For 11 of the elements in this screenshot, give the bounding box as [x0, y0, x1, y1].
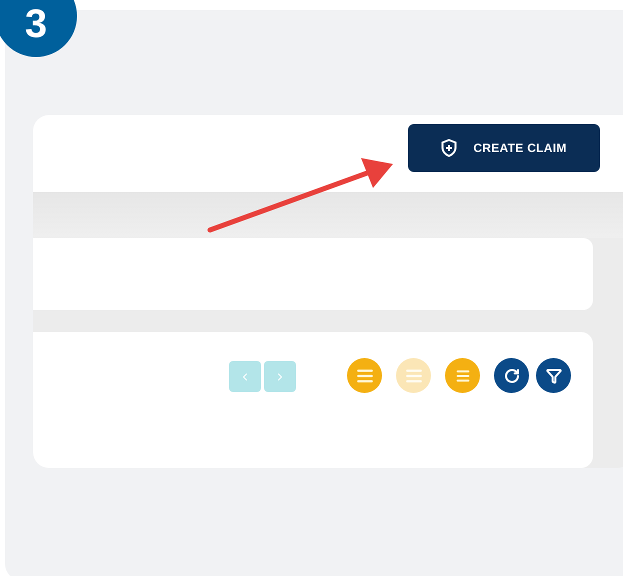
filter-button[interactable]: [536, 358, 571, 393]
list-button[interactable]: [445, 358, 480, 393]
rows-icon: [404, 366, 422, 384]
filter-icon: [546, 368, 562, 384]
rows-icon: [356, 366, 374, 384]
step-number: 3: [24, 4, 48, 44]
menu-icon: [454, 368, 470, 384]
refresh-icon: [504, 368, 520, 384]
create-claim-button[interactable]: CREATE CLAIM: [408, 124, 600, 172]
refresh-button[interactable]: [494, 358, 529, 393]
shield-plus-icon: [441, 139, 458, 157]
